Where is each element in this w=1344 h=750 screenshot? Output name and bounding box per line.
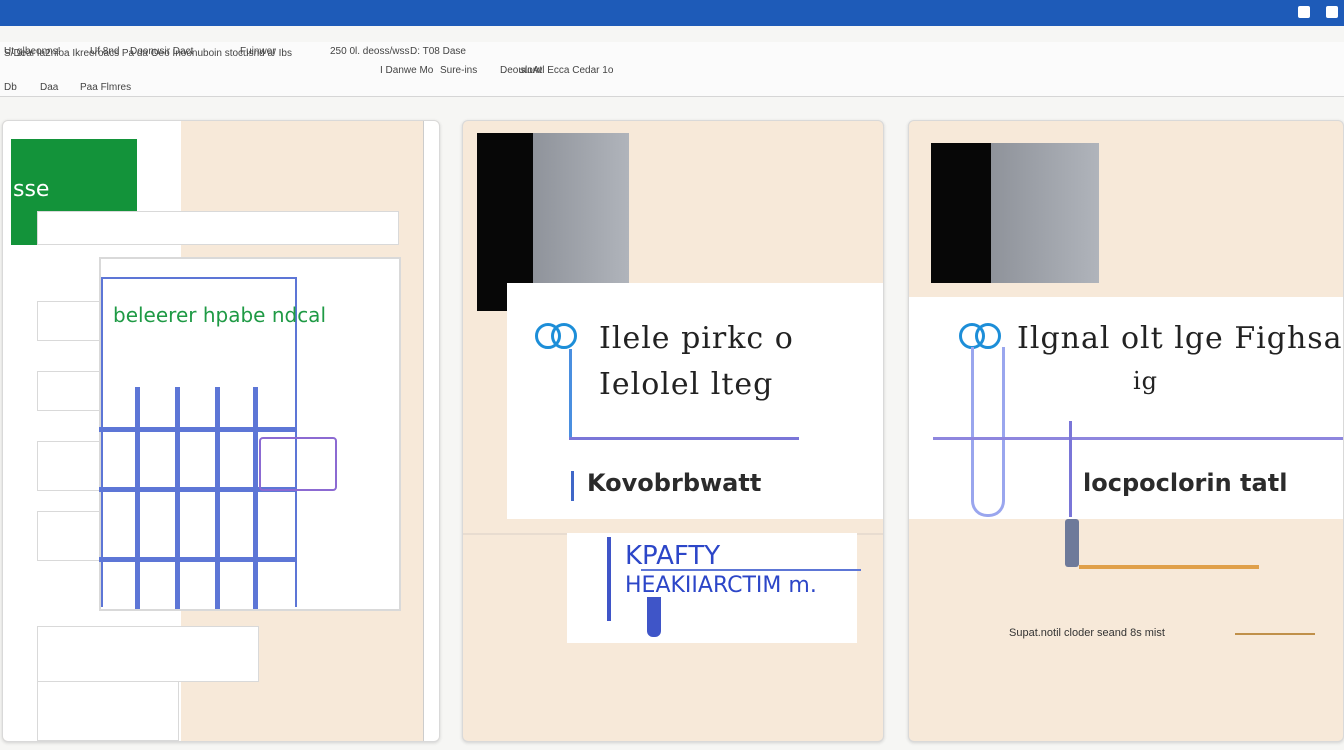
orange-line	[1079, 565, 1259, 569]
grid-line	[253, 387, 258, 609]
grid-line	[101, 277, 297, 279]
menu-item[interactable]: 250 0l. deoss/wss	[330, 46, 410, 57]
blue-heading: KPAFTY	[625, 541, 721, 571]
grid-line	[99, 557, 295, 562]
grid-line	[99, 427, 295, 432]
blue-subheading: HEAKIIARCTIM m.	[625, 573, 817, 598]
vertical-rule	[1069, 421, 1072, 517]
stand-post	[1065, 519, 1079, 567]
window-titlebar	[0, 0, 1344, 26]
card-title-line1: Ilele pirkc o	[599, 321, 794, 356]
slide-panel-3[interactable]: Ilgnal olt lge Fighsa ig locpoclorin tat…	[908, 120, 1344, 742]
grid-line	[215, 387, 220, 609]
label-marker	[571, 471, 574, 501]
caption-line	[1235, 633, 1315, 635]
slide-panel-2[interactable]: Ilele pirkc o Ielolel lteg Kovobrbwatt K…	[462, 120, 884, 742]
photo-thumbnail	[931, 143, 1099, 283]
card-title-line1: Ilgnal olt lge Fighsa	[1017, 321, 1343, 356]
slide-panel-1[interactable]: sse beleerer hpabe ndcal	[2, 120, 440, 742]
view-item[interactable]: Db	[4, 82, 17, 93]
subcard-rule	[641, 569, 861, 571]
format-item[interactable]: sloAtl Ecca Cedar 1o	[520, 65, 613, 76]
card-label: Kovobrbwatt	[587, 469, 762, 497]
card-title-line2: Ielolel lteg	[599, 367, 774, 402]
format-item[interactable]: I Danwe Mo	[380, 65, 433, 76]
table-row	[37, 626, 259, 682]
photo-dark-area	[931, 143, 991, 283]
horizontal-rule	[569, 437, 799, 440]
card-title-line2: ig	[1133, 367, 1159, 395]
format-toolbar: I Danwe Mo Sure-ins Deouuuw sloAtl Ecca …	[0, 64, 1344, 79]
table-row	[37, 211, 399, 245]
format-item[interactable]: Sure-ins	[440, 65, 477, 76]
horizontal-rule	[933, 437, 1343, 440]
view-item[interactable]: Daa	[40, 82, 58, 93]
toolbar-row1-long: S/Deai Ia2nloa Ikreeroacs Pa da Oeo Inoo…	[4, 48, 292, 59]
subcard-marker	[607, 537, 611, 621]
view-item[interactable]: Paa Flmres	[80, 82, 131, 93]
close-icon[interactable]	[1326, 6, 1338, 18]
view-toolbar: Db Daa Paa Flmres	[0, 78, 1344, 97]
grid-heading: beleerer hpabe ndcal	[113, 303, 326, 327]
menu-item[interactable]: D: T08 Dase	[410, 46, 466, 57]
dropper-icon	[971, 347, 1005, 517]
header-tab-text: sse	[13, 177, 50, 202]
caption-text: Supat.notil cloder seand 8s mist	[1009, 627, 1165, 639]
grid-line	[135, 387, 140, 609]
card-label: locpoclorin tatl	[1083, 469, 1288, 497]
vertical-rule	[569, 349, 572, 437]
minimize-icon[interactable]	[1298, 6, 1310, 18]
grid-line	[175, 387, 180, 609]
page-edge	[423, 121, 439, 741]
highlight-box	[259, 437, 337, 491]
table-row	[37, 681, 179, 741]
subcard-bar	[647, 597, 661, 637]
